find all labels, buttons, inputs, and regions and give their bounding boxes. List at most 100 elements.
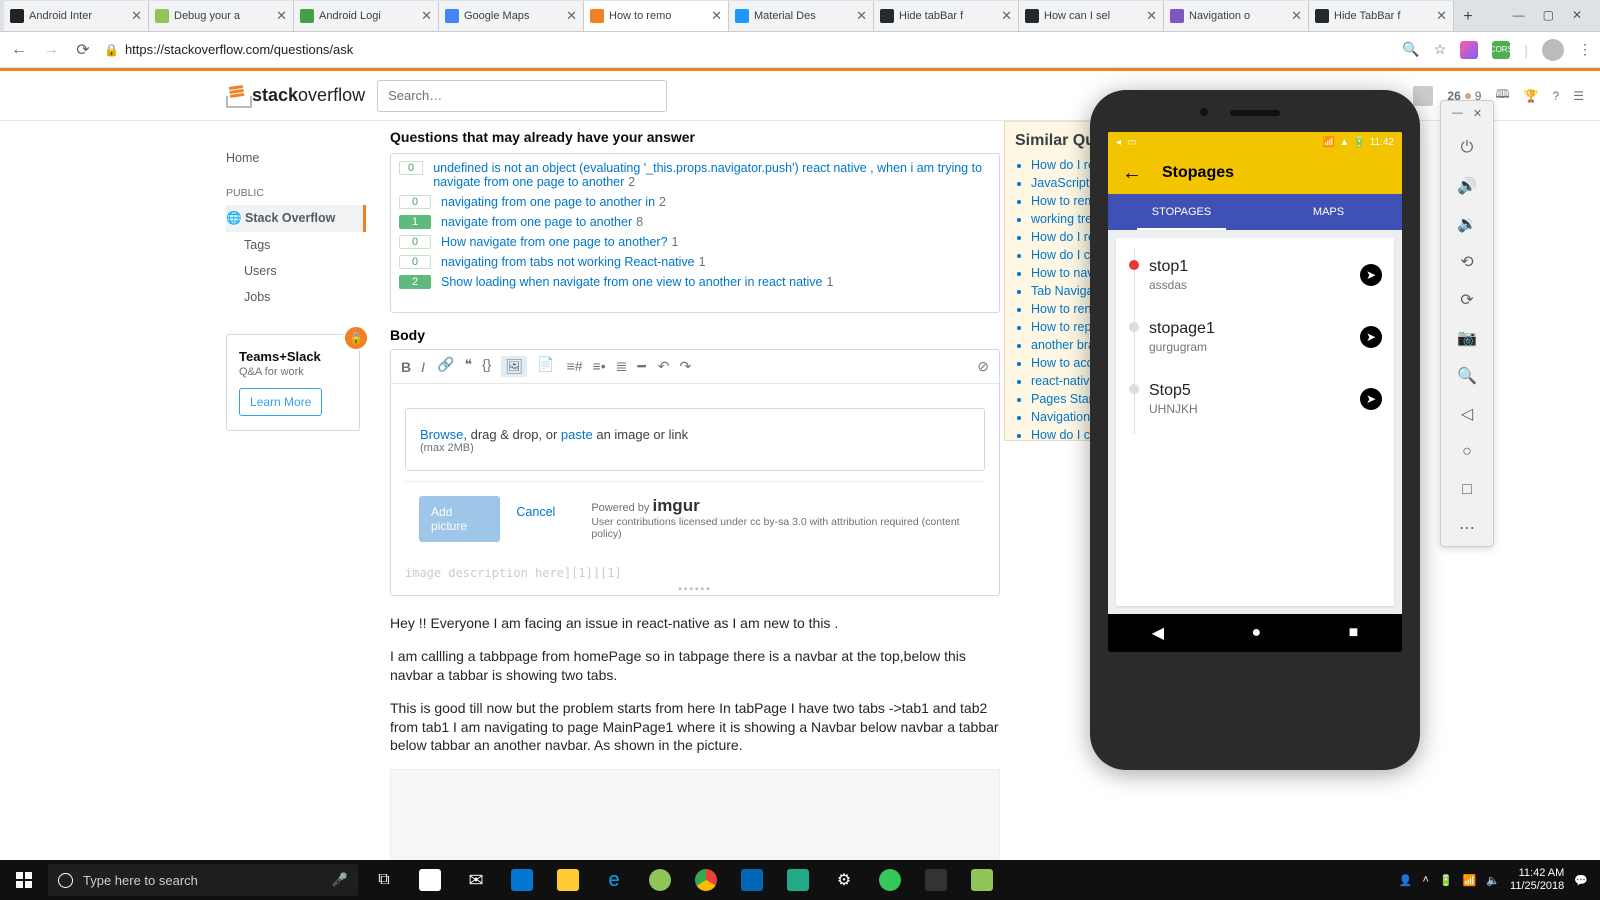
browser-tab[interactable]: Debug your a✕	[149, 1, 294, 31]
power-icon[interactable]: ⏻	[1455, 136, 1479, 160]
nav-stackoverflow[interactable]: 🌐 Stack Overflow	[226, 205, 366, 232]
wifi-tray-icon[interactable]: 📶	[1463, 874, 1477, 887]
edge-icon[interactable]: e	[594, 860, 634, 900]
taskbar-app2-icon[interactable]	[778, 860, 818, 900]
resize-grip-icon[interactable]: ▪▪▪▪▪▪	[391, 584, 999, 595]
navigate-icon[interactable]: ➤	[1360, 388, 1382, 410]
emu-close-icon[interactable]: ✕	[1473, 107, 1482, 120]
reload-button[interactable]: ⟳	[72, 40, 94, 60]
cancel-link[interactable]: Cancel	[516, 496, 555, 519]
browser-menu-icon[interactable]: ⋮	[1578, 41, 1592, 58]
image-dropzone[interactable]: Browse, drag & drop, or paste an image o…	[405, 408, 985, 471]
taskbar-app-icon[interactable]	[502, 860, 542, 900]
volume-down-icon[interactable]: 🔉	[1455, 212, 1479, 236]
tab-close-icon[interactable]: ✕	[1146, 8, 1157, 24]
browser-tab[interactable]: Android Logi✕	[294, 1, 439, 31]
extension-icon[interactable]	[1460, 41, 1478, 59]
tab-close-icon[interactable]: ✕	[276, 8, 287, 24]
rotate-right-icon[interactable]: ⟳	[1455, 288, 1479, 312]
action-center-icon[interactable]: 💬	[1574, 874, 1588, 887]
suggested-question-row[interactable]: 0How navigate from one page to another?1	[399, 232, 991, 252]
suggested-question-row[interactable]: 2Show loading when navigate from one vie…	[399, 272, 991, 292]
code-icon[interactable]: {}	[482, 356, 491, 377]
image-icon[interactable]: 🖼	[501, 356, 527, 377]
tray-chevron-icon[interactable]: ˄	[1423, 874, 1429, 886]
tab-close-icon[interactable]: ✕	[566, 8, 577, 24]
new-tab-button[interactable]: +	[1454, 3, 1482, 31]
navigate-icon[interactable]: ➤	[1360, 326, 1382, 348]
similar-question-link[interactable]: How do I cr	[1031, 428, 1081, 441]
similar-question-link[interactable]: Tab Naviga	[1031, 284, 1081, 298]
mic-icon[interactable]: 🎤	[332, 872, 348, 888]
settings-icon[interactable]: ⚙	[824, 860, 864, 900]
question-link[interactable]: Show loading when navigate from one view…	[441, 275, 822, 289]
chrome-icon[interactable]	[686, 860, 726, 900]
start-button[interactable]	[4, 860, 44, 900]
similar-questions-list[interactable]: 0undefined is not an object (evaluating …	[390, 153, 1000, 313]
window-close-icon[interactable]: ✕	[1572, 8, 1582, 22]
similar-question-link[interactable]: Navigation	[1031, 410, 1081, 424]
forward-button[interactable]: →	[40, 41, 62, 59]
learn-more-button[interactable]: Learn More	[239, 388, 322, 416]
list-item[interactable]: stop1assdas ➤	[1134, 248, 1382, 310]
taskbar-search[interactable]: Type here to search 🎤	[48, 864, 358, 896]
file-explorer-icon[interactable]	[548, 860, 588, 900]
taskbar-clock[interactable]: 11:42 AM 11/25/2018	[1510, 867, 1564, 892]
mail-icon[interactable]: ✉	[456, 860, 496, 900]
similar-question-link[interactable]: another bra	[1031, 338, 1081, 352]
browser-tab[interactable]: Android Inter✕	[4, 1, 149, 31]
site-switcher-icon[interactable]: ☰	[1573, 89, 1584, 103]
bold-icon[interactable]: B	[401, 359, 411, 375]
so-logo[interactable]: stackoverflow	[226, 84, 365, 108]
emu-minimize-icon[interactable]: —	[1452, 107, 1463, 120]
hr-icon[interactable]: ━	[637, 358, 645, 375]
snippet-icon[interactable]: 📄	[537, 356, 554, 377]
back-arrow-icon[interactable]: ←	[1122, 162, 1142, 185]
nav-jobs[interactable]: Jobs	[226, 284, 356, 310]
question-link[interactable]: navigating from one page to another in	[441, 195, 655, 209]
editor-textarea-peek[interactable]: image description here][1]][1]	[391, 566, 999, 584]
zoom-icon[interactable]: 🔍	[1402, 41, 1419, 58]
android-studio-icon[interactable]	[640, 860, 680, 900]
redo-icon[interactable]: ↷	[680, 358, 692, 375]
window-minimize-icon[interactable]: —	[1513, 8, 1525, 22]
people-icon[interactable]: 👤	[1399, 874, 1413, 887]
question-link[interactable]: navigating from tabs not working React-n…	[441, 255, 695, 269]
zoom-mode-icon[interactable]: 🔍	[1455, 364, 1479, 388]
vscode-icon[interactable]	[732, 860, 772, 900]
emu-overview-icon[interactable]: □	[1455, 478, 1479, 502]
emu-back-icon[interactable]: ◁	[1455, 402, 1479, 426]
terminal-icon[interactable]	[916, 860, 956, 900]
quote-icon[interactable]: ❝	[464, 356, 472, 377]
similar-question-link[interactable]: How to rem	[1031, 194, 1081, 208]
tab-maps[interactable]: MAPS	[1255, 194, 1402, 230]
nav-home-icon[interactable]: ●	[1251, 624, 1261, 642]
tab-close-icon[interactable]: ✕	[421, 8, 432, 24]
task-view-icon[interactable]: ⧉	[364, 860, 404, 900]
suggested-question-row[interactable]: 0navigating from one page to another in2	[399, 192, 991, 212]
emu-home-icon[interactable]: ○	[1455, 440, 1479, 464]
olist-icon[interactable]: ≡#	[567, 358, 583, 375]
similar-question-link[interactable]: react-native	[1031, 374, 1081, 388]
back-button[interactable]: ←	[8, 41, 30, 59]
tab-close-icon[interactable]: ✕	[131, 8, 142, 24]
url-field[interactable]: 🔒 https://stackoverflow.com/questions/as…	[104, 42, 1392, 57]
suggested-question-row[interactable]: 0navigating from tabs not working React-…	[399, 252, 991, 272]
heading-icon[interactable]: ≣	[616, 358, 628, 375]
similar-question-link[interactable]: How to ren	[1031, 302, 1081, 316]
rotate-left-icon[interactable]: ⟲	[1455, 250, 1479, 274]
tab-close-icon[interactable]: ✕	[1436, 8, 1447, 24]
inbox-icon[interactable]: 🕮	[1495, 85, 1509, 106]
nav-back-icon[interactable]: ◀	[1152, 623, 1164, 643]
italic-icon[interactable]: I	[421, 359, 425, 375]
ulist-icon[interactable]: ≡•	[593, 358, 606, 375]
user-avatar-icon[interactable]	[1413, 86, 1433, 106]
question-link[interactable]: navigate from one page to another	[441, 215, 632, 229]
link-icon[interactable]: 🔗	[437, 356, 454, 377]
browser-tab[interactable]: Hide tabBar f✕	[874, 1, 1019, 31]
search-input[interactable]: Search…	[377, 80, 667, 112]
browser-tab[interactable]: Navigation o✕	[1164, 1, 1309, 31]
list-item[interactable]: Stop5UHNJKH ➤	[1134, 372, 1382, 434]
profile-avatar[interactable]	[1542, 39, 1564, 61]
nav-recent-icon[interactable]: ■	[1349, 624, 1359, 642]
